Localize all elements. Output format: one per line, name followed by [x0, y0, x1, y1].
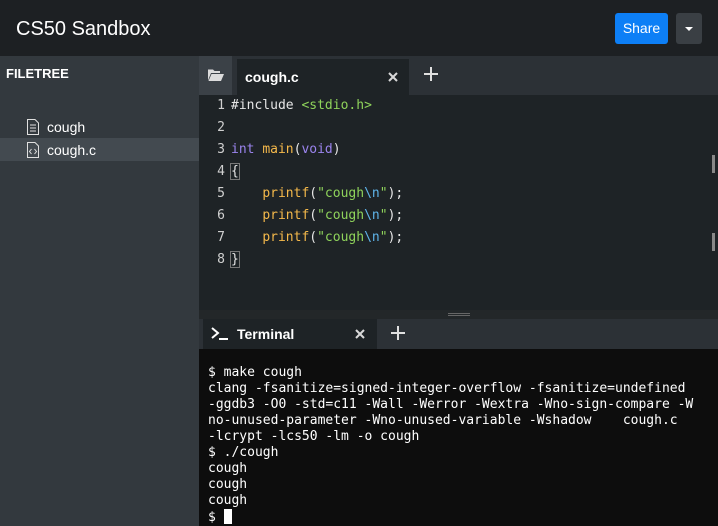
terminal-line: -ggdb3 -O0 -std=c11 -Wall -Werror -Wextr…: [208, 397, 694, 412]
code-token: ": [379, 186, 388, 201]
code-token: #include: [231, 98, 302, 113]
code-token: printf: [262, 186, 310, 201]
filetree-title: FILETREE: [6, 66, 69, 81]
line-number: 4: [217, 164, 225, 179]
filetree-item-label: cough.c: [47, 142, 97, 158]
code-line-7: printf("cough\n");: [231, 227, 403, 249]
code-token: \n: [364, 186, 380, 201]
filetree-panel: FILETREE cough cough.c: [0, 56, 199, 526]
filetree-item-label: cough: [47, 119, 86, 135]
tab-cough-c[interactable]: cough.c: [237, 59, 409, 95]
code-token: }: [230, 251, 240, 268]
line-number: 8: [217, 252, 225, 267]
toggle-filetree-button[interactable]: [199, 56, 232, 95]
close-icon[interactable]: [386, 70, 400, 84]
terminal-icon: [211, 327, 228, 340]
terminal-tab-bar: Terminal: [199, 319, 718, 349]
app-title: CS50 Sandbox: [16, 18, 151, 40]
drag-grip-icon: [448, 313, 470, 316]
code-file-icon: [27, 142, 39, 158]
code-token: (: [309, 208, 318, 223]
editor-scrollbar-mark[interactable]: [712, 155, 715, 173]
filetree-item-cough[interactable]: cough: [0, 115, 199, 138]
code-token: );: [387, 186, 404, 201]
line-number: 5: [217, 186, 225, 201]
terminal-line: no-unused-parameter -Wno-unused-variable…: [208, 413, 678, 428]
filetree-item-cough-c[interactable]: cough.c: [0, 138, 199, 161]
terminal-output[interactable]: $ make cough clang -fsanitize=signed-int…: [199, 349, 718, 526]
code-line-3: int main(void): [231, 139, 341, 161]
code-token: \n: [364, 230, 380, 245]
tab-terminal[interactable]: Terminal: [203, 319, 377, 349]
tab-label: Terminal: [237, 326, 295, 342]
code-line-8: }: [230, 249, 240, 271]
terminal-prompt: $: [208, 510, 224, 525]
share-options-button[interactable]: [676, 13, 702, 44]
code-token: \n: [364, 208, 380, 223]
panel-resize-handle[interactable]: [199, 310, 718, 319]
folder-open-icon: [208, 69, 224, 81]
terminal-prompt-line: $: [208, 509, 232, 526]
code-token: <stdio.h>: [301, 98, 372, 113]
terminal-line: cough: [208, 477, 248, 492]
line-number: 2: [217, 120, 225, 135]
code-token: ": [379, 230, 388, 245]
text-file-icon: [27, 119, 39, 135]
code-token: printf: [262, 208, 310, 223]
line-number: 6: [217, 208, 225, 223]
editor-scrollbar-mark[interactable]: [712, 233, 715, 251]
share-button[interactable]: Share: [615, 13, 668, 44]
code-token: "cough: [317, 208, 365, 223]
code-token: (: [309, 186, 318, 201]
editor-tab-bar: cough.c: [199, 56, 718, 95]
plus-icon[interactable]: [421, 64, 441, 84]
terminal-line: $ ./cough: [208, 445, 279, 460]
code-token: "cough: [317, 186, 365, 201]
code-line-1: #include <stdio.h>: [231, 95, 372, 117]
terminal-line: clang -fsanitize=signed-integer-overflow…: [208, 381, 686, 396]
code-token: "cough: [317, 230, 365, 245]
code-token: int: [231, 142, 255, 157]
line-number: 7: [217, 230, 225, 245]
plus-icon[interactable]: [388, 323, 408, 343]
code-token: ): [332, 142, 341, 157]
close-icon[interactable]: [353, 327, 367, 341]
top-bar: CS50 Sandbox Share: [0, 0, 718, 56]
code-token: void: [301, 142, 333, 157]
terminal-line: $ make cough: [208, 365, 302, 380]
code-token: );: [387, 208, 404, 223]
code-token: ": [379, 208, 388, 223]
terminal-line: cough: [208, 493, 248, 508]
code-editor[interactable]: 1 2 3 4 5 6 7 8 #include <stdio.h> int m…: [199, 95, 718, 310]
tab-label: cough.c: [245, 69, 299, 85]
code-line-5: printf("cough\n");: [231, 183, 403, 205]
caret-down-icon: [685, 27, 693, 31]
code-token: printf: [262, 230, 310, 245]
terminal-line: cough: [208, 461, 248, 476]
code-line-4: {: [230, 161, 240, 183]
code-token: );: [387, 230, 404, 245]
code-line-6: printf("cough\n");: [231, 205, 403, 227]
terminal-line: -lcrypt -lcs50 -lm -o cough: [208, 429, 420, 444]
code-token: {: [230, 163, 240, 180]
line-number: 1: [217, 98, 225, 113]
line-number: 3: [217, 142, 225, 157]
terminal-cursor: [223, 509, 232, 524]
code-token: (: [309, 230, 318, 245]
code-token: main: [262, 142, 294, 157]
